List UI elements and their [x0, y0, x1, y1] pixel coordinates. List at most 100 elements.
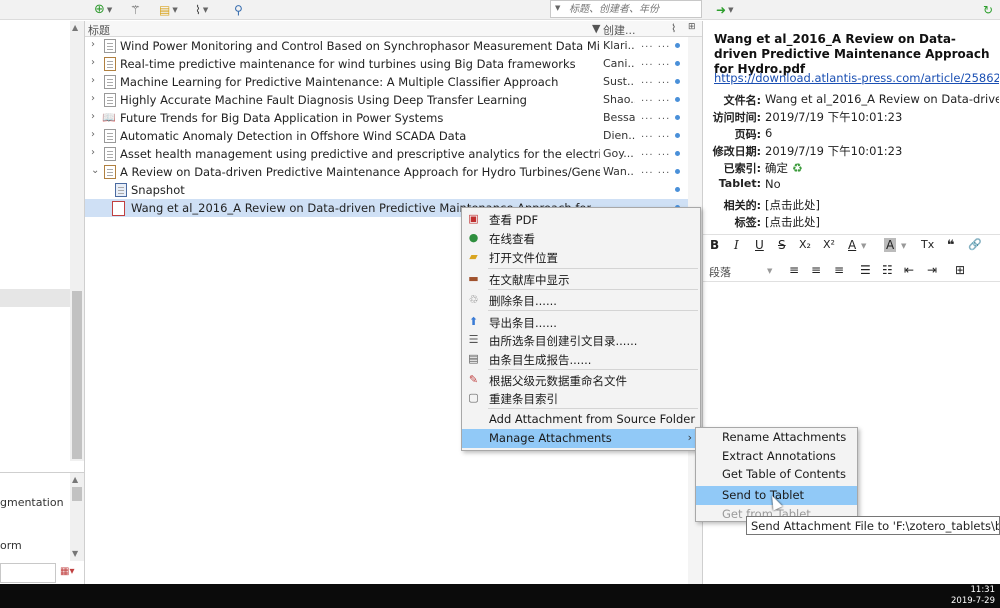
menu-item-show-file[interactable]: ▰ 打开文件位置	[462, 248, 700, 267]
advanced-search-button[interactable]: ⚲	[234, 1, 243, 18]
item-creator: Bessa	[603, 111, 635, 124]
text-color-button[interactable]: A	[848, 238, 856, 252]
scroll-down-icon[interactable]: ▼	[72, 549, 78, 558]
field-label: Tablet:	[718, 177, 761, 190]
highlight-button[interactable]: A	[884, 238, 897, 252]
subscript-button[interactable]: X₂	[799, 238, 811, 251]
add-attachment-button[interactable]: ⌇ ▼	[195, 1, 208, 18]
scroll-up-icon[interactable]: ▲	[72, 23, 78, 32]
field-value[interactable]: Wang et al_2016_A Review on Data-driven …	[765, 92, 999, 106]
outdent-icon[interactable]: ⇤	[904, 263, 914, 277]
expand-twisty-icon[interactable]: ›	[91, 111, 95, 122]
menu-item-show-in-library[interactable]: ▬ 在文献库中显示	[462, 270, 700, 289]
tag-filter-input[interactable]	[0, 563, 56, 583]
expand-twisty-icon[interactable]: ›	[91, 75, 95, 86]
tooltip: Send Attachment File to 'F:\zotero_table…	[746, 516, 1000, 535]
align-right-icon[interactable]: ≡	[834, 263, 844, 277]
item-extra: ... ...	[641, 75, 671, 86]
search-input[interactable]	[569, 2, 699, 17]
clear-format-button[interactable]: Tx	[921, 238, 934, 251]
library-icon: ▬	[468, 272, 479, 285]
item-row[interactable]: ⌄ A Review on Data-driven Predictive Mai…	[85, 163, 702, 181]
new-item-button[interactable]: ⊕ ▼	[94, 1, 112, 18]
attachment-column-icon[interactable]: ⌇	[671, 22, 676, 35]
expand-twisty-icon[interactable]: ›	[91, 129, 95, 140]
expand-twisty-icon[interactable]: ›	[91, 93, 95, 104]
search-box[interactable]: ▼	[550, 0, 702, 18]
tag-actions-icon[interactable]: ▦▾	[60, 566, 74, 577]
item-row[interactable]: › Highly Accurate Machine Fault Diagnosi…	[85, 91, 702, 109]
field-label: 修改日期:	[712, 145, 761, 158]
blockquote-button[interactable]: ❝	[947, 238, 955, 253]
tags-link[interactable]: [点击此处]	[765, 214, 999, 230]
strikethrough-button[interactable]: S	[778, 238, 786, 252]
align-left-icon[interactable]: ≡	[789, 263, 799, 277]
submenu-item-extract-annotations[interactable]: Extract Annotations	[696, 447, 857, 466]
tag-item[interactable]: orm	[0, 539, 22, 552]
menu-item-view-online[interactable]: ● 在线查看	[462, 229, 700, 248]
tag-item[interactable]: gmentation	[0, 496, 64, 509]
creator-column-header[interactable]: 创建...	[603, 22, 636, 38]
find-replace-icon[interactable]: ⊞	[955, 263, 965, 277]
expand-twisty-icon[interactable]: ›	[91, 57, 95, 68]
superscript-button[interactable]: X²	[823, 238, 835, 251]
menu-item-generate-report[interactable]: ▤ 由条目生成报告......	[462, 350, 700, 369]
item-row[interactable]: › Asset health management using predicti…	[85, 145, 702, 163]
report-icon	[104, 165, 116, 179]
locate-button[interactable]: ➜ ▼	[716, 1, 733, 18]
expand-twisty-icon[interactable]: ›	[91, 39, 95, 50]
scrollbar-thumb[interactable]	[72, 487, 82, 501]
attachment-title: Snapshot	[131, 183, 185, 197]
item-row[interactable]: › Wind Power Monitoring and Control Base…	[85, 37, 702, 55]
indent-icon[interactable]: ⇥	[927, 263, 937, 277]
item-extra: ... ...	[641, 111, 671, 122]
item-row[interactable]: › Automatic Anomaly Detection in Offshor…	[85, 127, 702, 145]
link-button[interactable]: 🔗	[968, 238, 982, 251]
attachment-row[interactable]: Snapshot	[85, 181, 702, 199]
menu-item-label: 导出条目......	[489, 316, 557, 330]
menu-item-create-bibliography[interactable]: ☰ 由所选条目创建引文目录......	[462, 331, 700, 350]
numbered-list-icon[interactable]: ☷	[882, 263, 893, 277]
chevron-down-icon[interactable]: ▼	[861, 242, 866, 250]
taskbar-clock[interactable]: 11:31 2019-7-29	[951, 585, 995, 607]
search-mode-dropdown-icon[interactable]: ▼	[555, 4, 560, 12]
collections-scrollbar[interactable]: ▲	[70, 21, 84, 461]
selected-collection-row[interactable]	[0, 289, 70, 307]
menu-item-rename-from-parent[interactable]: ✎ 根据父级元数据重命名文件	[462, 371, 700, 390]
globe-icon: ●	[468, 231, 479, 244]
attachment-url-link[interactable]: https://download.atlantis-press.com/arti…	[714, 71, 999, 85]
menu-item-delete[interactable]: ♲ 删除条目......	[462, 291, 700, 310]
add-by-identifier-button[interactable]: ⚚	[130, 1, 141, 18]
chevron-down-icon[interactable]: ▼	[901, 242, 906, 250]
item-row[interactable]: › Machine Learning for Predictive Mainte…	[85, 73, 702, 91]
paragraph-format-select[interactable]: 段落	[709, 264, 731, 280]
bulleted-list-icon[interactable]: ☰	[860, 263, 871, 277]
item-row[interactable]: › Future Trends for Big Data Application…	[85, 109, 702, 127]
menu-item-export[interactable]: ⬆ 导出条目......	[462, 313, 700, 332]
related-link[interactable]: [点击此处]	[765, 197, 999, 213]
sync-button[interactable]: ↻	[983, 1, 993, 18]
menu-item-manage-attachments[interactable]: Manage Attachments ›	[462, 429, 700, 448]
italic-button[interactable]: I	[734, 238, 739, 252]
submenu-item-rename-attachments[interactable]: Rename Attachments	[696, 428, 857, 447]
align-center-icon[interactable]: ≡	[811, 263, 821, 277]
expand-twisty-icon[interactable]: ›	[91, 147, 95, 158]
menu-item-reindex[interactable]: ▢ 重建条目索引	[462, 389, 700, 408]
menu-item-view-pdf[interactable]: ▣ 查看 PDF	[462, 210, 700, 229]
scrollbar-thumb[interactable]	[72, 291, 82, 459]
scroll-up-icon[interactable]: ▲	[72, 475, 78, 484]
submenu-item-get-toc[interactable]: Get Table of Contents	[696, 465, 857, 484]
menu-item-add-attachment-from-source[interactable]: Add Attachment from Source Folder	[462, 410, 700, 429]
column-picker-icon[interactable]: ⊞	[688, 22, 696, 32]
new-note-button[interactable]: ▤ ▼	[159, 1, 178, 18]
item-row[interactable]: › Real-time predictive maintenance for w…	[85, 55, 702, 73]
menu-item-label: 查看 PDF	[489, 213, 539, 227]
zotero-window: ⊕▼ ⚚ ▤▼ ⌇▼ ⚲ ▼ ➜▼ ↻ ▲ gment	[0, 0, 1000, 608]
collapse-twisty-icon[interactable]: ⌄	[91, 165, 99, 176]
underline-button[interactable]: U	[755, 238, 764, 252]
title-column-header[interactable]: 标题	[88, 22, 110, 38]
bold-button[interactable]: B	[710, 238, 719, 252]
chevron-down-icon[interactable]: ▼	[767, 267, 772, 275]
reindex-icon[interactable]: ♻	[792, 161, 803, 175]
tag-scrollbar[interactable]: ▲ ▼	[70, 473, 84, 561]
